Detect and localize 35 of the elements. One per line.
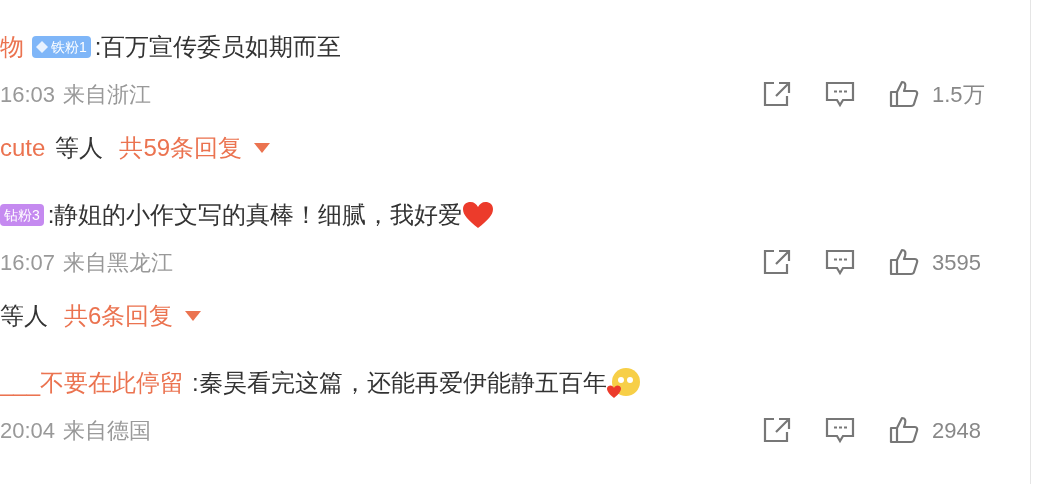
user-name[interactable]: 物 bbox=[0, 29, 24, 65]
comment-location: 来自黑龙江 bbox=[63, 248, 174, 277]
comment-icon[interactable] bbox=[825, 248, 855, 276]
share-icon[interactable] bbox=[762, 248, 792, 276]
share-icon[interactable] bbox=[762, 416, 792, 444]
fan-badge: 钻粉3 bbox=[0, 204, 44, 226]
replies-toggle[interactable]: 共59条回复 bbox=[119, 130, 271, 166]
share-icon[interactable] bbox=[762, 80, 792, 108]
reply-user-name[interactable]: cute bbox=[0, 130, 46, 166]
thumbs-up-icon[interactable] bbox=[889, 416, 919, 444]
comment-text: :静姐的小作文写的真棒！细腻，我好爱 bbox=[47, 200, 463, 230]
like-count: 2948 bbox=[932, 416, 982, 445]
thumbs-up-icon[interactable] bbox=[889, 248, 919, 276]
comment-time: 20:04 bbox=[0, 416, 56, 445]
comment-location: 来自德国 bbox=[63, 416, 152, 445]
comment-text: :秦昊看完这篇，还能再爱伊能静五百年 bbox=[192, 368, 607, 398]
diamond-icon bbox=[36, 41, 48, 53]
comment-time: 16:03 bbox=[0, 80, 56, 109]
fan-badge: 铁粉1 bbox=[32, 36, 91, 58]
reply-suffix: 等人 bbox=[55, 133, 104, 163]
like-count: 3595 bbox=[932, 248, 982, 277]
caret-icon bbox=[254, 143, 271, 153]
comment-text: :百万宣传委员如期而至 bbox=[94, 32, 342, 62]
comment-icon[interactable] bbox=[825, 416, 855, 444]
user-name[interactable]: ___不要在此停留 bbox=[0, 365, 185, 401]
heart-emoji-icon bbox=[462, 201, 495, 229]
like-count: 1.5万 bbox=[932, 80, 986, 109]
replies-toggle[interactable]: 共6条回复 bbox=[64, 298, 202, 334]
comment-time: 16:07 bbox=[0, 248, 56, 277]
thumbs-up-icon[interactable] bbox=[889, 80, 919, 108]
reply-suffix: 等人 bbox=[0, 301, 48, 331]
comment-location: 来自浙江 bbox=[63, 80, 152, 109]
comment-icon[interactable] bbox=[825, 80, 855, 108]
emoji-icon bbox=[606, 367, 641, 399]
caret-icon bbox=[185, 311, 202, 321]
